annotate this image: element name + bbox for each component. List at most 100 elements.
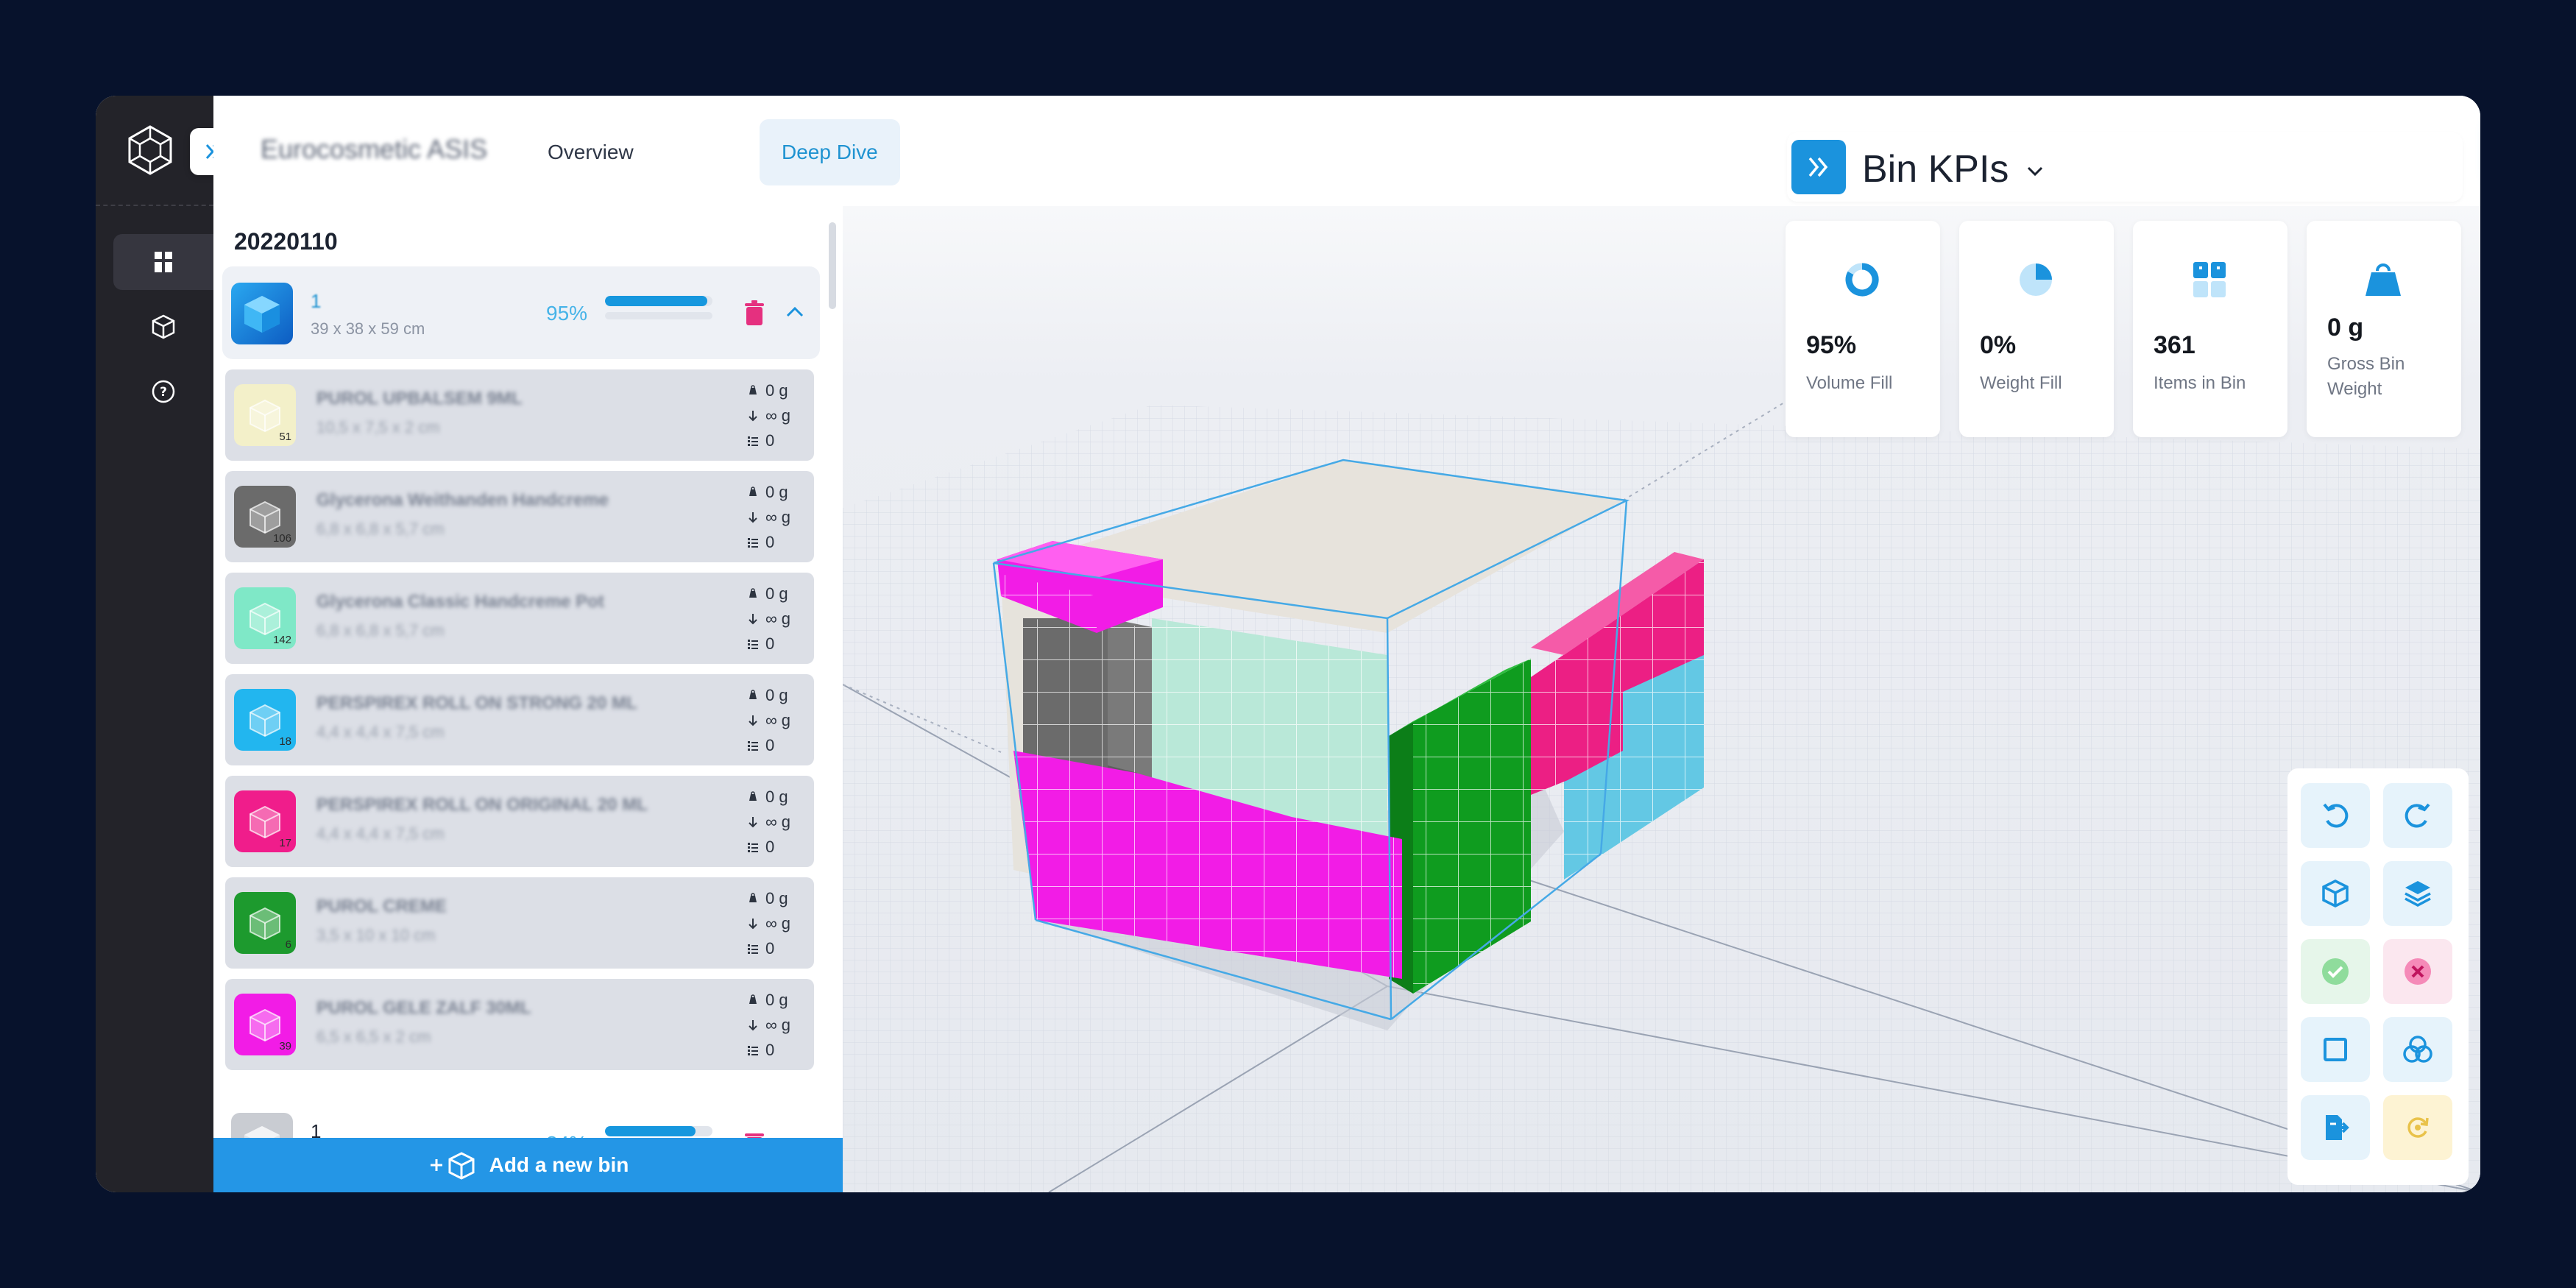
item-max-load-value: ∞ g [765,914,791,933]
sidebar-item-pallets[interactable] [113,234,213,290]
shipment-date: 20220110 [234,228,338,255]
item-cube-icon [250,500,280,534]
kpi-label: Volume Fill [1806,373,1893,393]
bin-thumbnail [231,283,293,344]
undo-icon [2323,803,2349,828]
item-layers: 0 [746,1038,813,1063]
weight-icon [749,588,757,598]
box-view-button[interactable] [2301,861,2370,926]
layers-list-icon [748,1046,758,1055]
item-max-load: ∞ g [746,1013,813,1038]
item-block [1023,618,1152,780]
list-item[interactable]: 17 PERSPIREX ROLL ON ORIGINAL 20 ML 4,4 x … [225,776,814,867]
item-layers: 0 [746,835,813,860]
item-weight-value: 0 g [765,788,788,806]
item-max-load: ∞ g [746,708,813,733]
export-button[interactable] [2301,1095,2370,1160]
pallet-icon [155,252,172,272]
item-thumbnail: 142 [234,587,296,649]
bin-fill-bar [605,1126,712,1136]
item-stats: 0 g ∞ g 0 [746,886,813,961]
trash-icon[interactable] [743,300,765,327]
item-thumbnail: 17 [234,790,296,852]
item-weight-value: 0 g [765,889,788,907]
item-layers: 0 [746,530,813,555]
refresh-button[interactable] [2383,1095,2452,1160]
outline-button[interactable] [2301,1017,2370,1082]
redo-icon [2405,803,2430,828]
sidebar-item-help[interactable]: ? [113,364,213,420]
item-count: 39 [279,1040,291,1052]
sidebar-item-bins[interactable] [113,299,213,355]
redo-button[interactable] [2383,783,2452,848]
tab-deep-dive[interactable]: Deep Dive [760,119,900,185]
add-bin-button[interactable]: Add a new bin [213,1138,843,1192]
item-thumbnail: 6 [234,892,296,954]
item-layers-value: 0 [765,1041,775,1059]
reject-button[interactable] [2383,939,2452,1004]
item-count: 106 [272,532,291,545]
kpi-panel-header[interactable]: Bin KPIs [1787,132,2463,202]
item-count: 51 [279,431,291,443]
bin-fill-bar [605,296,712,306]
kpi-toggle-button[interactable] [1791,140,1846,194]
item-name: PUROL CREME [316,896,447,916]
item-stats: 0 g ∞ g 0 [746,581,813,657]
list-item[interactable]: 18 PERSPIREX ROLL ON STRONG 20 ML 4,4 x 4,… [225,674,814,765]
svg-text:?: ? [160,385,167,400]
item-layers: 0 [746,936,813,961]
layers-button[interactable] [2383,861,2452,926]
bin-header[interactable]: 1 39 x 38 x 59 cm 95% [222,266,820,359]
cube-icon [152,314,175,339]
accept-icon [2322,958,2349,985]
layers-list-icon [748,640,758,649]
bin-cube-icon [244,296,280,333]
item-weight-value: 0 g [765,483,788,501]
item-name: Glycerona Weithanden Handcreme [316,490,609,510]
bin-fill-bar-fill [605,296,707,306]
item-count: 142 [272,634,291,646]
item-max-load-value: ∞ g [765,609,791,628]
item-dimensions: 6,5 x 6,5 x 2 cm [316,1027,431,1046]
list-item[interactable]: 51 PUROL UPBALSEM 9ML 10,5 x 7,5 x 2 cm 0 g… [225,369,814,461]
chevron-down-icon[interactable] [2024,160,2046,183]
accept-button[interactable] [2301,939,2370,1004]
item-weight: 0 g [746,988,813,1013]
help-icon: ? [152,380,175,403]
list-scrollbar[interactable] [829,222,836,309]
undo-button[interactable] [2301,783,2370,848]
item-layers: 0 [746,631,813,657]
logo-icon[interactable] [122,122,178,178]
item-max-load-value: ∞ g [765,711,791,729]
kpi-card-gross-bin-weight: 0 g Gross Bin Weight [2307,221,2461,437]
donut-icon [1845,263,1879,297]
sidebar-rail: ? [96,96,213,1192]
weight-icon [749,994,757,1004]
max-load-icon [749,512,757,523]
kpi-label: Weight Fill [1980,373,2062,393]
item-layers-value: 0 [765,838,775,856]
blend-button[interactable] [2383,1017,2452,1082]
reject-icon [2405,958,2431,985]
chevron-up-icon[interactable] [782,299,808,325]
item-layers-value: 0 [765,634,775,653]
list-item[interactable]: 142 Glycerona Classic Handcreme Pot 6,8 x … [225,573,814,664]
kpi-label: Items in Bin [2154,373,2246,393]
item-layers: 0 [746,428,813,453]
kpi-card-volume-fill: 95% Volume Fill [1786,221,1940,437]
project-title: Eurocosmetic ASIS [261,134,488,164]
weight-icon [749,690,757,699]
item-weight-value: 0 g [765,584,788,603]
item-weight: 0 g [746,785,813,810]
blend-icon [2403,1036,2432,1063]
pie-icon [2020,263,2052,296]
layers-icon [2405,881,2431,907]
list-item[interactable]: 39 PUROL GELE ZALF 30ML 6,5 x 6,5 x 2 cm 0 … [225,979,814,1070]
list-item[interactable]: 6 PUROL CREME 3,5 x 10 x 10 cm 0 g ∞ g 0 [225,877,814,969]
item-max-load: ∞ g [746,403,813,428]
list-item[interactable]: 106 Glycerona Weithanden Handcreme 6,8 x 6… [225,471,814,562]
item-weight: 0 g [746,683,813,708]
item-stats: 0 g ∞ g 0 [746,378,813,453]
tab-overview[interactable]: Overview [526,119,656,185]
item-layers-value: 0 [765,533,775,551]
